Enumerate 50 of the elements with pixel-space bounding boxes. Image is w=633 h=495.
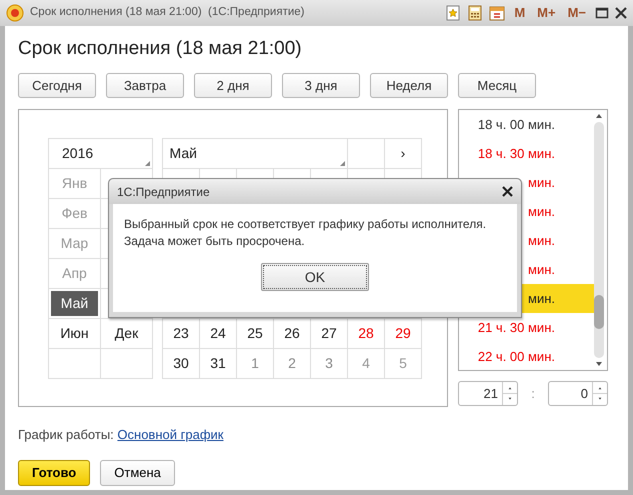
- calculator-icon[interactable]: [467, 5, 484, 21]
- period-button[interactable]: Неделя: [370, 73, 448, 98]
- day-cell[interactable]: 26: [274, 319, 311, 349]
- time-item[interactable]: 22 ч. 00 мин.: [459, 342, 595, 370]
- close-icon[interactable]: [615, 7, 627, 19]
- maximize-icon[interactable]: [595, 6, 609, 20]
- logo-icon: [6, 4, 24, 22]
- minutes-field[interactable]: 0: [548, 381, 608, 406]
- empty-cell: [101, 349, 153, 379]
- separator-text: :: [530, 384, 536, 403]
- time-item[interactable]: 18 ч. 30 мин.: [459, 139, 595, 168]
- window-title: Срок исполнения (18 мая 21:00) (1С:Предприятие): [30, 5, 306, 20]
- month-cell[interactable]: Май: [49, 289, 101, 319]
- day-cell[interactable]: 24: [200, 319, 237, 349]
- done-button[interactable]: Готово: [18, 460, 90, 486]
- dialog-title: 1С:Предприятие: [117, 184, 211, 200]
- memory-button[interactable]: M+: [534, 3, 559, 23]
- month-cell[interactable]: Июн: [49, 319, 101, 349]
- hours-field[interactable]: 21: [458, 381, 518, 406]
- period-button[interactable]: 3 дня: [282, 73, 360, 98]
- day-cell[interactable]: 23: [163, 319, 200, 349]
- calendar-icon[interactable]: [489, 5, 506, 21]
- cancel-button[interactable]: Отмена: [100, 460, 175, 486]
- month-selector[interactable]: Май: [163, 139, 348, 169]
- period-button[interactable]: Завтра: [106, 73, 184, 98]
- period-button[interactable]: Сегодня: [18, 73, 96, 98]
- ok-button[interactable]: OK: [261, 263, 369, 291]
- year-selector[interactable]: 2016: [49, 139, 153, 169]
- form-heading: Срок исполнения (18 мая 21:00): [17, 37, 303, 61]
- schedule-link[interactable]: Основной график: [117, 427, 224, 442]
- dropdown-corner-icon: [340, 161, 345, 166]
- schedule-label: График работы:: [18, 427, 115, 442]
- day-cell[interactable]: 30: [163, 349, 200, 379]
- day-cell[interactable]: 25: [237, 319, 274, 349]
- dialog-message: Выбранный срок не соответствует графику работы исполнителя. Задача может быть просрочена.: [124, 216, 488, 250]
- day-cell[interactable]: 27: [311, 319, 348, 349]
- day-cell[interactable]: 28: [348, 319, 385, 349]
- memory-button[interactable]: M−: [564, 3, 589, 23]
- favorite-icon[interactable]: [445, 5, 462, 21]
- next-month-button[interactable]: ›: [385, 139, 422, 169]
- month-cell[interactable]: Дек: [101, 319, 153, 349]
- day-cell[interactable]: 31: [200, 349, 237, 379]
- period-button[interactable]: 2 дня: [194, 73, 272, 98]
- day-cell[interactable]: 29: [385, 319, 422, 349]
- scrollbar[interactable]: [594, 112, 604, 368]
- period-button[interactable]: Месяц: [458, 73, 536, 98]
- dropdown-corner-icon: [145, 161, 150, 166]
- time-item[interactable]: 18 ч. 00 мин.: [459, 110, 595, 139]
- close-icon[interactable]: [502, 186, 513, 197]
- memory-button[interactable]: M: [511, 3, 528, 23]
